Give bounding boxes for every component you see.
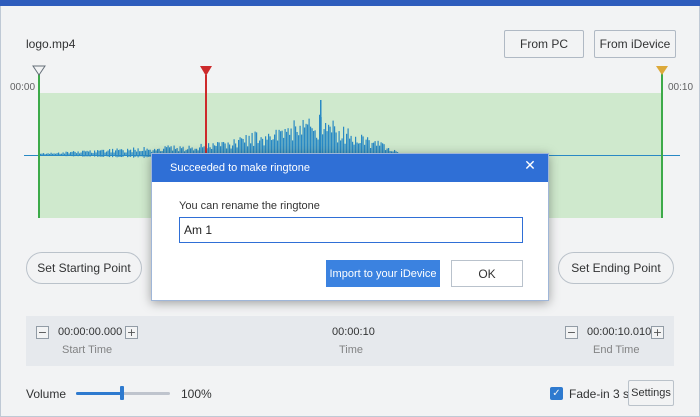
import-to-idevice-button[interactable]: Import to your iDevice — [326, 260, 440, 287]
dialog-title: Succeeded to make ringtone — [170, 162, 311, 174]
rename-prompt: You can rename the ringtone — [179, 200, 320, 212]
dialog-header: Succeeded to make ringtone ✕ — [152, 154, 548, 182]
rename-dialog: Succeeded to make ringtone ✕ You can ren… — [151, 153, 549, 301]
close-icon[interactable]: ✕ — [520, 156, 540, 176]
ringtone-name-input[interactable] — [179, 217, 523, 243]
ok-button[interactable]: OK — [451, 260, 523, 287]
